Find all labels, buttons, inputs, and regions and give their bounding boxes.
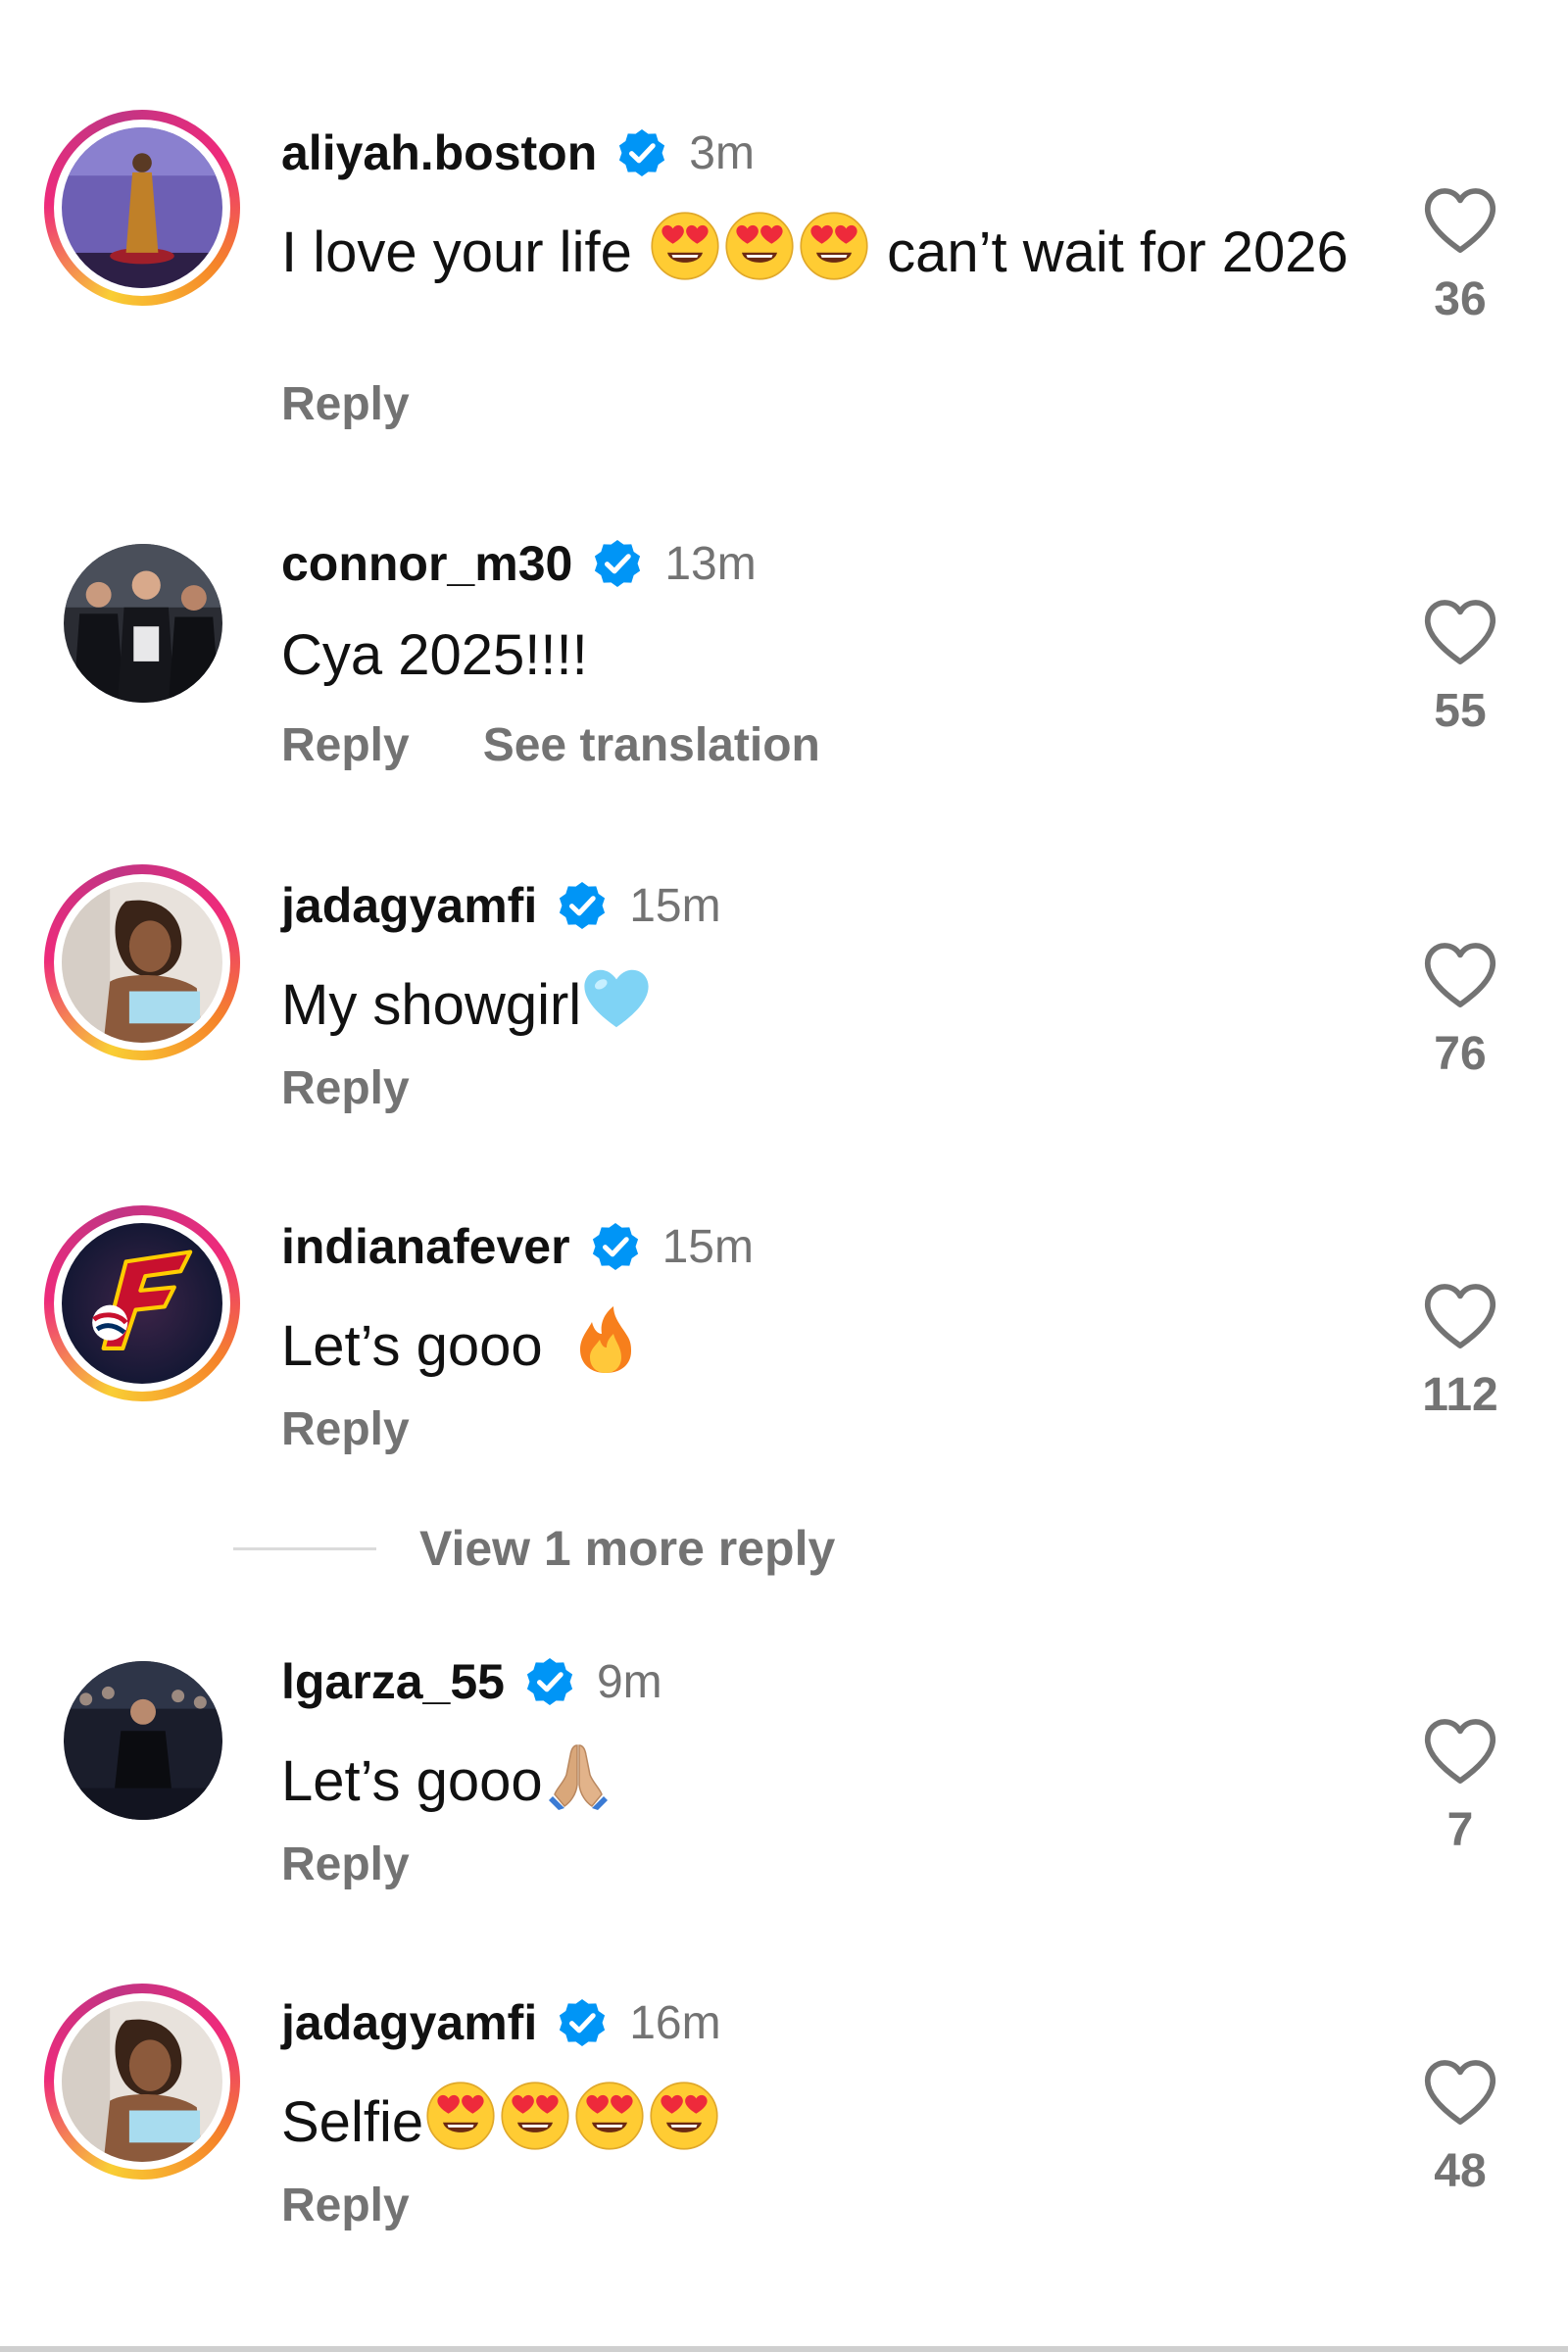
heart-outline-icon[interactable] (1423, 2058, 1497, 2127)
verified-badge-icon (614, 125, 669, 180)
avatar-photo (64, 1661, 222, 1820)
comment-username[interactable]: jadagyamfi (281, 1994, 537, 2051)
reply-button[interactable]: Reply (281, 1061, 410, 1115)
comment-text: Selfie (281, 2081, 1359, 2157)
reply-button[interactable]: Reply (281, 718, 410, 772)
comment-text: Let’s gooo (281, 1740, 1359, 1816)
comment-text: I love your life can’t wait for 2026 (281, 211, 1359, 287)
comment-timestamp: 15m (662, 1220, 754, 1273)
like-count: 36 (1434, 273, 1487, 325)
avatar-photo (62, 127, 222, 288)
comment-username[interactable]: jadagyamfi (281, 877, 537, 934)
verified-badge-icon (590, 536, 645, 591)
comment-text-part: My showgirl (281, 973, 582, 1037)
bottom-divider (0, 2346, 1568, 2352)
like-group: 112 (1411, 1282, 1509, 1422)
like-group: 48 (1411, 2058, 1509, 2198)
avatar[interactable] (44, 864, 240, 1060)
comment-timestamp: 9m (596, 1655, 662, 1708)
heart-eyes-emoji (500, 2081, 570, 2151)
comment-username[interactable]: lgarza_55 (281, 1653, 505, 1710)
reply-button[interactable]: Reply (281, 377, 410, 431)
see-translation-button[interactable]: See translation (483, 718, 820, 772)
comment-timestamp: 16m (629, 1996, 721, 2049)
heart-outline-icon[interactable] (1423, 598, 1497, 666)
comment-text-part: Let’s gooo (281, 1314, 543, 1378)
blue-heart-emoji (581, 963, 652, 1034)
reply-button[interactable]: Reply (281, 1838, 410, 1891)
heart-eyes-emoji (425, 2081, 496, 2151)
view-more-replies-label[interactable]: View 1 more reply (419, 1520, 835, 1577)
like-count: 112 (1422, 1369, 1498, 1421)
comment-username[interactable]: aliyah.boston (281, 124, 597, 181)
comment-timestamp: 3m (689, 126, 755, 179)
like-group: 76 (1411, 941, 1509, 1081)
like-group: 55 (1411, 598, 1509, 738)
heart-outline-icon[interactable] (1423, 1717, 1497, 1786)
verified-badge-icon (522, 1654, 577, 1709)
avatar[interactable] (44, 524, 240, 720)
comment-text-part: can’t wait for 2026 (870, 220, 1348, 284)
avatar[interactable] (44, 1205, 240, 1401)
avatar-photo (62, 882, 222, 1043)
comment-username[interactable]: indianafever (281, 1218, 570, 1275)
like-group: 7 (1411, 1717, 1509, 1857)
avatar-photo (62, 2001, 222, 2162)
avatar[interactable] (44, 1984, 240, 2180)
like-group: 36 (1411, 186, 1509, 326)
folded-hands-emoji (543, 1740, 613, 1810)
heart-eyes-emoji (649, 2081, 719, 2151)
heart-eyes-emoji (650, 211, 720, 281)
verified-badge-icon (555, 1995, 610, 2050)
like-count: 7 (1446, 1804, 1474, 1856)
avatar[interactable] (44, 1642, 240, 1838)
avatar-photo (62, 1223, 222, 1384)
comment-timestamp: 13m (664, 537, 757, 590)
comment-text-part: I love your life (281, 220, 648, 284)
reply-button[interactable]: Reply (281, 1402, 410, 1456)
view-more-replies[interactable]: View 1 more reply (233, 1517, 835, 1580)
avatar-photo (64, 544, 222, 703)
comment-text-part: Selfie (281, 2090, 424, 2154)
heart-eyes-emoji (724, 211, 795, 281)
comment-text: Let’s gooo (281, 1304, 1359, 1381)
comment-timestamp: 15m (629, 879, 721, 932)
heart-outline-icon[interactable] (1423, 186, 1497, 255)
avatar[interactable] (44, 110, 240, 306)
like-count: 55 (1434, 685, 1487, 737)
comment-text: Cya 2025!!!! (281, 623, 588, 687)
comment-text-part: Let’s gooo (281, 1749, 543, 1813)
fire-emoji (570, 1304, 641, 1375)
heart-eyes-emoji (574, 2081, 645, 2151)
verified-badge-icon (555, 878, 610, 933)
like-count: 48 (1434, 2145, 1487, 2197)
comment-username[interactable]: connor_m30 (281, 535, 572, 592)
heart-outline-icon[interactable] (1423, 941, 1497, 1009)
comment-text: My showgirl (281, 963, 1359, 1040)
reply-button[interactable]: Reply (281, 2179, 410, 2232)
like-count: 76 (1434, 1028, 1487, 1080)
verified-badge-icon (588, 1219, 643, 1274)
heart-outline-icon[interactable] (1423, 1282, 1497, 1350)
thread-divider-line (233, 1546, 376, 1550)
heart-eyes-emoji (799, 211, 869, 281)
